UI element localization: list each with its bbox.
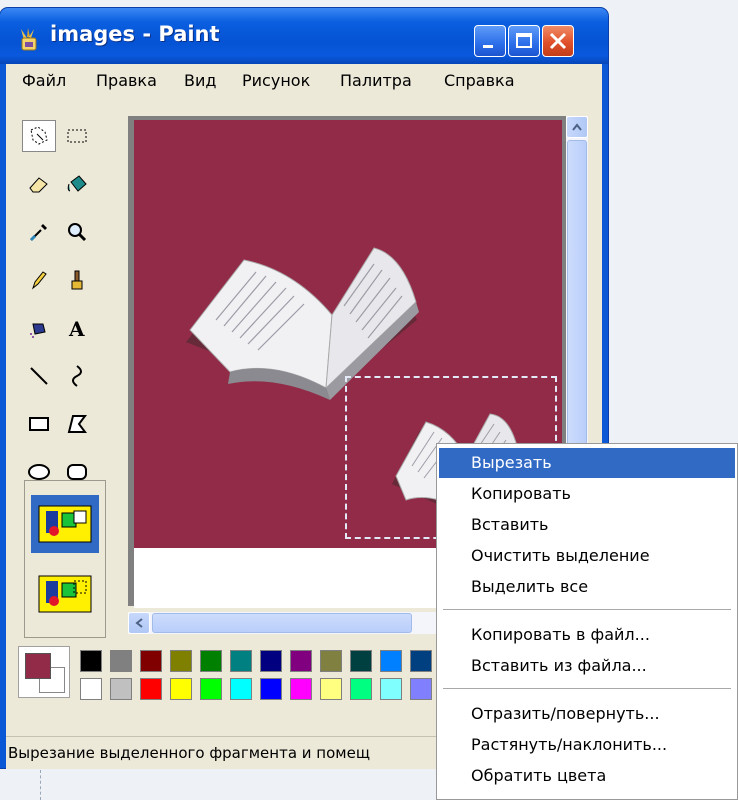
rect-select-tool[interactable] (60, 120, 94, 152)
title-bar[interactable]: images - Paint (0, 8, 608, 64)
minimize-icon (483, 45, 493, 48)
fill-bucket-icon (67, 175, 87, 192)
context-item-stretch-skew[interactable]: Растянуть/наклонить... (439, 730, 735, 760)
context-item-copy-to-file[interactable]: Копировать в файл... (439, 620, 735, 650)
current-colors[interactable] (18, 646, 70, 698)
line-icon (30, 367, 48, 385)
menu-help[interactable]: Справка (444, 71, 515, 90)
minimize-button[interactable] (474, 25, 506, 57)
palette-swatch[interactable] (410, 678, 432, 700)
opaque-selection-option[interactable] (31, 495, 99, 553)
palette-swatch[interactable] (380, 650, 402, 672)
menu-file[interactable]: Файл (22, 71, 66, 90)
brush-icon (71, 270, 83, 290)
palette-swatch[interactable] (80, 650, 102, 672)
palette-swatch[interactable] (290, 650, 312, 672)
palette-swatch[interactable] (170, 650, 192, 672)
brush-tool[interactable] (60, 264, 94, 296)
curve-tool[interactable] (60, 360, 94, 392)
curve-icon (72, 365, 82, 387)
pencil-icon (31, 271, 47, 290)
palette-swatch[interactable] (260, 678, 282, 700)
palette-swatch[interactable] (80, 678, 102, 700)
palette-swatch[interactable] (230, 678, 252, 700)
close-icon (549, 32, 567, 50)
text-a-icon: A (68, 317, 85, 340)
menu-colors[interactable]: Палитра (340, 71, 412, 90)
rectangle-icon (29, 417, 49, 431)
context-item-copy[interactable]: Копировать (439, 479, 735, 509)
palette-swatch[interactable] (260, 650, 282, 672)
palette-swatch[interactable] (230, 650, 252, 672)
palette-swatch[interactable] (380, 678, 402, 700)
pick-color-tool[interactable] (22, 216, 56, 248)
palette-swatch[interactable] (140, 678, 162, 700)
palette-swatch[interactable] (200, 678, 222, 700)
horizontal-scroll-thumb[interactable] (152, 613, 412, 633)
menu-bar: Файл Правка Вид Рисунок Палитра Справка (6, 64, 602, 98)
menu-view[interactable]: Вид (184, 71, 216, 90)
transparent-selection-icon (38, 575, 92, 613)
context-item-cut[interactable]: Вырезать (439, 448, 735, 478)
context-item-paste-from-file[interactable]: Вставить из файла... (439, 651, 735, 681)
airbrush-tool[interactable] (22, 312, 56, 344)
context-menu: Вырезать Копировать Вставить Очистить вы… (436, 443, 738, 800)
chevron-left-icon (135, 618, 143, 628)
status-text: Вырезание выделенного фрагмента и помещ (8, 744, 370, 762)
tool-options (24, 480, 106, 638)
opaque-selection-icon (38, 505, 92, 543)
magnifier-tool[interactable] (60, 216, 94, 248)
polygon-tool[interactable] (60, 408, 94, 440)
palette-swatch[interactable] (200, 650, 222, 672)
palette-swatch[interactable] (350, 678, 372, 700)
context-separator (443, 609, 731, 610)
window-title: images - Paint (50, 22, 220, 46)
free-form-select-tool[interactable] (22, 120, 56, 152)
fill-tool[interactable] (60, 168, 94, 200)
maximize-icon (516, 33, 532, 48)
menu-image[interactable]: Рисунок (242, 71, 310, 90)
transparent-selection-option[interactable] (31, 565, 99, 623)
context-item-invert-colors[interactable]: Обратить цвета (439, 761, 735, 791)
menu-edit[interactable]: Правка (96, 71, 157, 90)
close-button[interactable] (542, 25, 574, 57)
palette-swatch[interactable] (110, 650, 132, 672)
desktop-dashed-line (40, 770, 41, 800)
palette-swatch[interactable] (140, 650, 162, 672)
svg-text:A: A (68, 317, 85, 340)
eraser-icon (29, 177, 48, 193)
airbrush-icon (30, 323, 46, 338)
line-tool[interactable] (22, 360, 56, 392)
pencil-tool[interactable] (22, 264, 56, 296)
magnifier-icon (68, 223, 87, 242)
rectangle-tool[interactable] (22, 408, 56, 440)
text-tool[interactable]: A (60, 312, 94, 344)
context-item-flip-rotate[interactable]: Отразить/повернуть... (439, 699, 735, 729)
eraser-tool[interactable] (22, 168, 56, 200)
palette-swatch[interactable] (290, 678, 312, 700)
palette-swatch[interactable] (110, 678, 132, 700)
foreground-color (25, 653, 51, 679)
context-item-select-all[interactable]: Выделить все (439, 572, 735, 602)
free-form-select-icon (30, 126, 48, 145)
maximize-button[interactable] (508, 25, 540, 57)
palette-swatch[interactable] (410, 650, 432, 672)
eyedropper-icon (29, 224, 47, 242)
context-item-paste[interactable]: Вставить (439, 510, 735, 540)
paint-app-icon (21, 28, 37, 51)
scroll-up-button[interactable] (566, 116, 588, 138)
context-separator (443, 688, 731, 689)
polygon-icon (67, 415, 87, 433)
palette-swatch[interactable] (350, 650, 372, 672)
scroll-left-button[interactable] (128, 612, 150, 634)
palette-swatch[interactable] (320, 650, 342, 672)
chevron-up-icon (572, 123, 582, 131)
rect-select-icon (67, 129, 87, 143)
palette-swatch[interactable] (320, 678, 342, 700)
palette-swatch[interactable] (170, 678, 192, 700)
context-item-clear-selection[interactable]: Очистить выделение (439, 541, 735, 571)
toolbox: A (12, 104, 112, 638)
